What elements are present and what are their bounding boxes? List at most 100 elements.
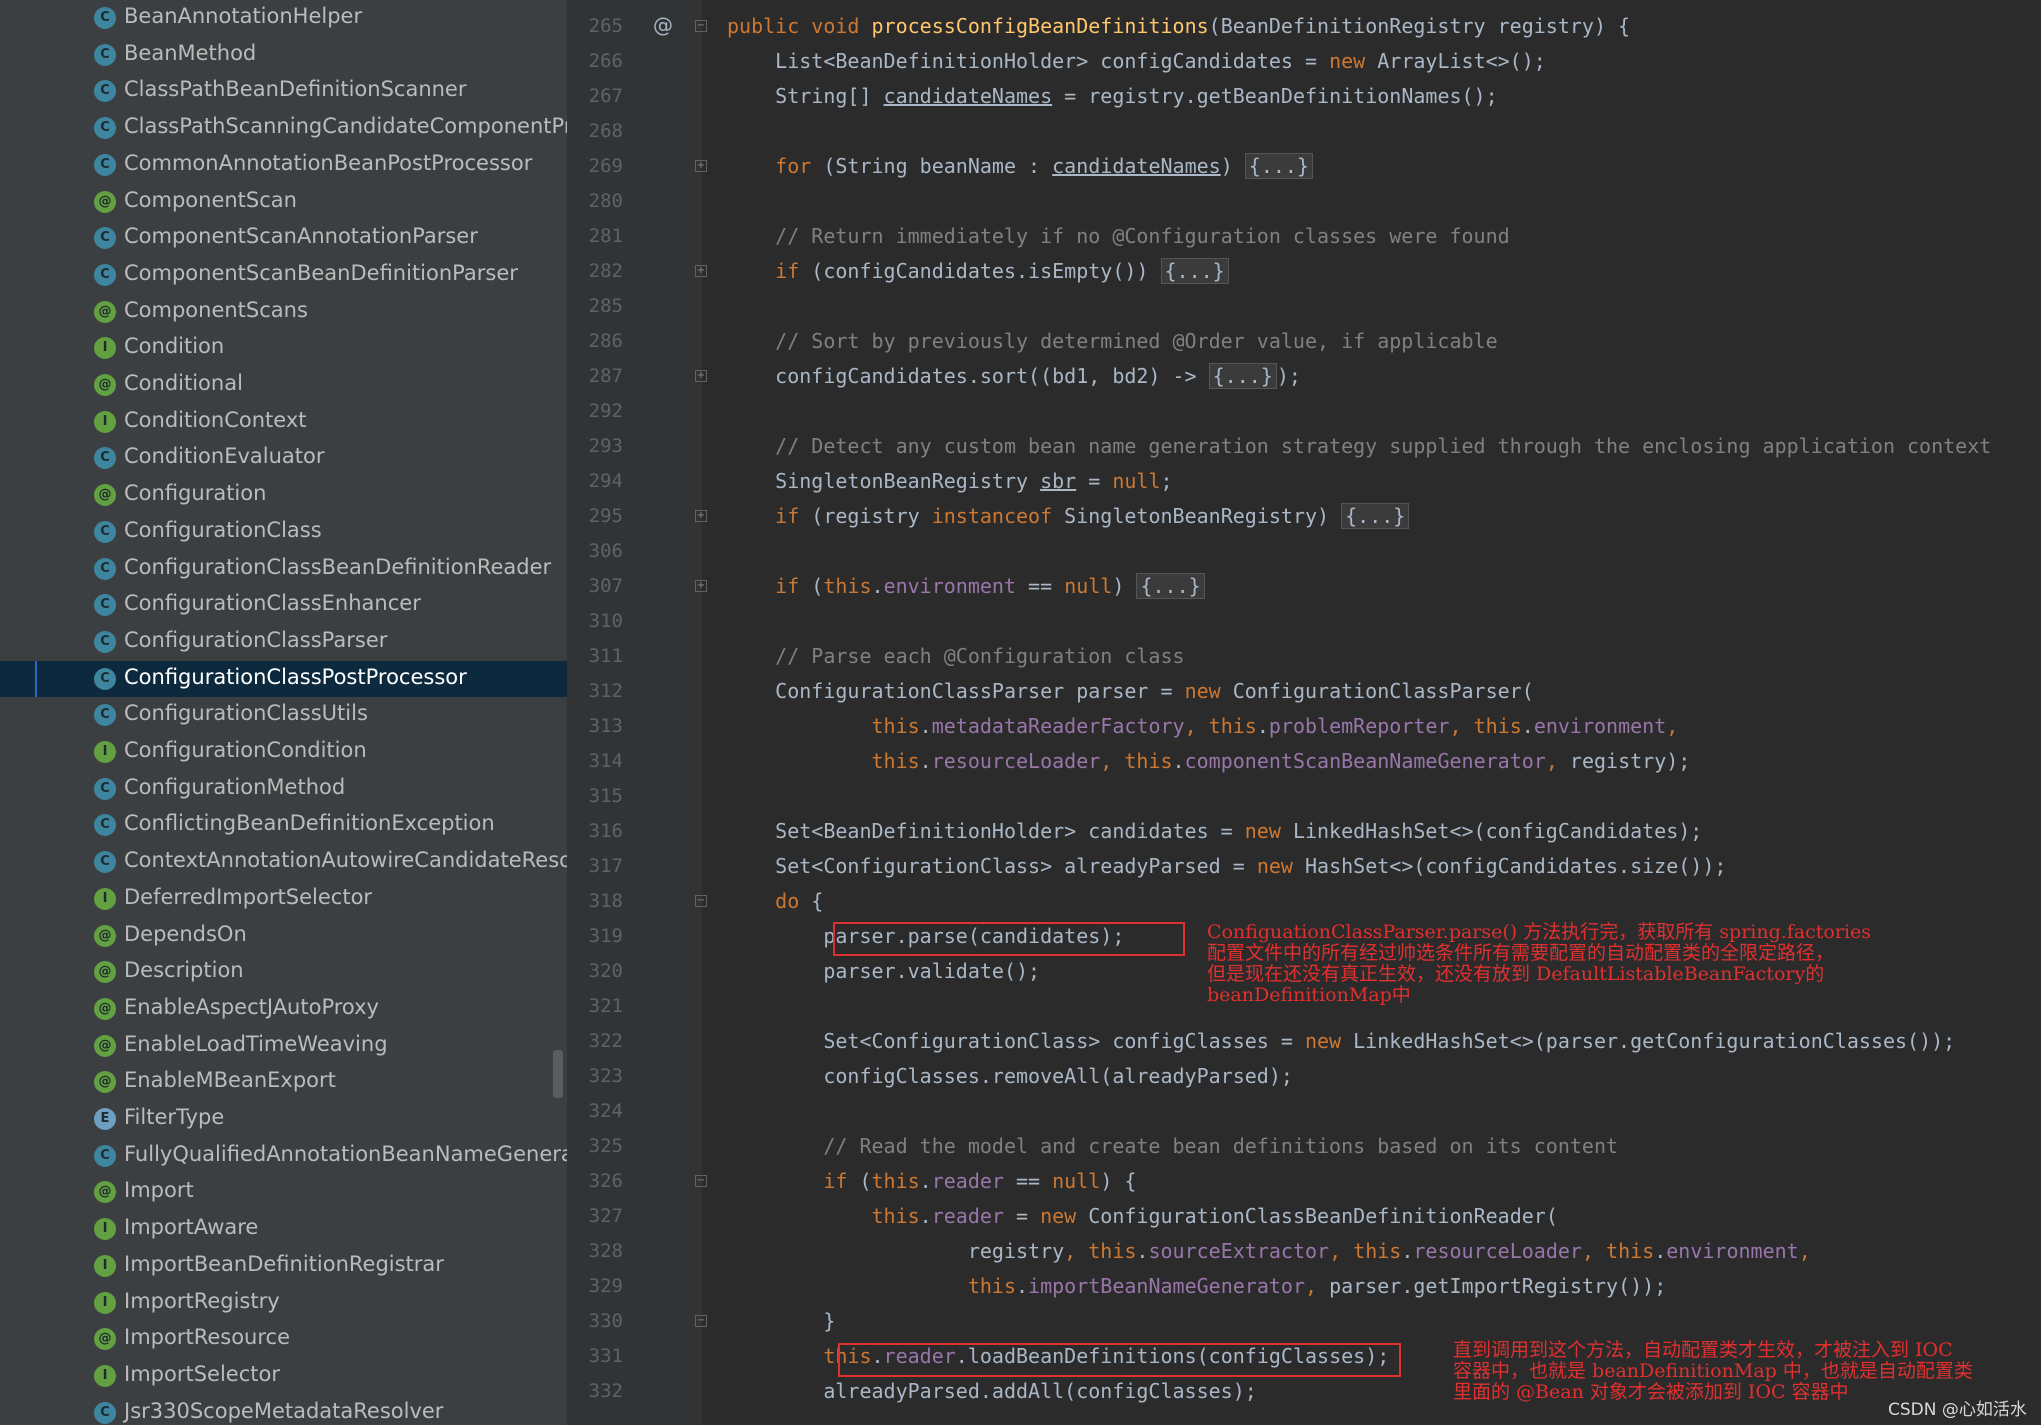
tree-item[interactable]: @ ComponentScan xyxy=(0,184,567,220)
fold-expand-icon[interactable]: + xyxy=(695,370,707,382)
tree-item[interactable]: C ConfigurationClassParser xyxy=(0,624,567,660)
code-line: 306 xyxy=(567,535,2041,570)
code-editor[interactable]: 265 @ − public void processConfigBeanDefini… xyxy=(567,0,2041,1425)
tree-item[interactable]: C ClassPathScanningCandidateComponentProv… xyxy=(0,110,567,146)
tree-item[interactable]: C ConfigurationClassBeanDefinitionReader xyxy=(0,551,567,587)
tree-item[interactable]: I ImportSelector xyxy=(0,1358,567,1394)
line-number: 320 xyxy=(588,960,623,982)
tree-item[interactable]: C ConfigurationClassUtils xyxy=(0,697,567,733)
class-icon: C xyxy=(94,1144,116,1167)
tree-item[interactable]: @ Description xyxy=(0,954,567,990)
tree-item[interactable]: C BeanAnnotationHelper xyxy=(0,0,567,36)
tree-item[interactable]: C ConflictingBeanDefinitionException xyxy=(0,807,567,843)
tree-item[interactable]: I ImportRegistry xyxy=(0,1285,567,1321)
code-text: if (this.reader == null) { xyxy=(727,1169,1136,1193)
code-line: 295 + if (registry instanceof SingletonBe… xyxy=(567,500,2041,535)
tree-item[interactable]: @ EnableAspectJAutoProxy xyxy=(0,991,567,1027)
folded-region[interactable]: {...} xyxy=(1341,503,1410,529)
tree-item[interactable]: E FilterType xyxy=(0,1101,567,1137)
fold-collapse-icon[interactable]: − xyxy=(695,1315,707,1327)
code-token: environment xyxy=(1666,1239,1799,1263)
code-token: null xyxy=(1112,469,1161,493)
code-token: (registry xyxy=(811,504,932,528)
folded-region[interactable]: {...} xyxy=(1160,258,1229,284)
tree-item[interactable]: @ EnableLoadTimeWeaving xyxy=(0,1028,567,1064)
tree-item-label: FilterType xyxy=(124,1105,225,1129)
code-token: new xyxy=(1184,679,1233,703)
tree-item-label: Jsr330ScopeMetadataResolver xyxy=(124,1398,444,1423)
line-number: 306 xyxy=(588,540,623,562)
code-line: 329 this.importBeanNameGenerator, parser… xyxy=(567,1270,2041,1305)
tree-item[interactable]: @ EnableMBeanExport xyxy=(0,1064,567,1100)
code-token: == xyxy=(1016,574,1065,598)
sidebar-scrollbar-thumb[interactable] xyxy=(553,1050,563,1098)
line-number: 312 xyxy=(588,680,623,702)
tree-item[interactable]: C ComponentScanBeanDefinitionParser xyxy=(0,257,567,293)
tree-item[interactable]: C ClassPathBeanDefinitionScanner xyxy=(0,73,567,109)
fold-collapse-icon[interactable]: − xyxy=(695,895,707,907)
override-marker-icon[interactable]: @ xyxy=(653,13,673,37)
code-token: parser.getImportRegistry()); xyxy=(1329,1274,1667,1298)
tree-item[interactable]: @ Conditional xyxy=(0,367,567,403)
tree-item[interactable]: I DeferredImportSelector xyxy=(0,881,567,917)
folded-region[interactable]: {...} xyxy=(1244,153,1314,179)
code-line: 317 Set<ConfigurationClass> alreadyParse… xyxy=(567,850,2041,885)
interface-icon: I xyxy=(94,337,116,360)
tree-item[interactable]: @ ImportResource xyxy=(0,1321,567,1357)
tree-item[interactable]: C FullyQualifiedAnnotationBeanNameGenerat… xyxy=(0,1138,567,1174)
line-number: 326 xyxy=(588,1170,623,1192)
fold-expand-icon[interactable]: + xyxy=(695,265,707,277)
fold-expand-icon[interactable]: + xyxy=(695,160,707,172)
code-token: ) { xyxy=(1100,1169,1137,1193)
code-line: 310 xyxy=(567,605,2041,640)
tree-item[interactable]: @ ComponentScans xyxy=(0,294,567,330)
folded-region[interactable]: {...} xyxy=(1136,573,1205,599)
code-token: == xyxy=(1003,1169,1053,1193)
folded-region[interactable]: {...} xyxy=(1208,363,1277,389)
code-token: , this xyxy=(1064,1239,1137,1263)
tree-item[interactable]: I Condition xyxy=(0,330,567,366)
code-token: new xyxy=(1329,49,1378,73)
tree-item[interactable]: C CommonAnnotationBeanPostProcessor xyxy=(0,147,567,183)
code-line: 330 − } xyxy=(567,1305,2041,1340)
code-token: ); xyxy=(1276,364,1301,388)
code-token: String[] xyxy=(727,84,884,108)
code-token: this xyxy=(967,1274,1016,1298)
tree-item[interactable]: @ Configuration xyxy=(0,477,567,513)
class-icon: C xyxy=(94,814,116,837)
tree-item[interactable]: @ DependsOn xyxy=(0,918,567,954)
tree-item[interactable]: C ConditionEvaluator xyxy=(0,440,567,476)
code-text: // Return immediately if no @Configurati… xyxy=(727,224,1510,248)
tree-item[interactable]: C ConfigurationClassPostProcessor xyxy=(0,660,567,697)
tree-item[interactable]: C ContextAnnotationAutowireCandidateResol… xyxy=(0,844,567,880)
code-token: , this xyxy=(1581,1239,1655,1263)
tree-item[interactable]: C ConfigurationMethod xyxy=(0,771,567,807)
tree-item[interactable]: I ConfigurationCondition xyxy=(0,734,567,770)
tree-item[interactable]: C BeanMethod xyxy=(0,37,567,73)
tree-item[interactable]: I ImportAware xyxy=(0,1211,567,1247)
code-token: (configCandidates.isEmpty()) xyxy=(811,259,1161,283)
fold-collapse-icon[interactable]: − xyxy=(695,20,707,32)
tree-item[interactable]: C Jsr330ScopeMetadataResolver xyxy=(0,1395,567,1425)
tree-item[interactable]: @ Import xyxy=(0,1174,567,1210)
tree-item[interactable]: C ConfigurationClassEnhancer xyxy=(0,587,567,623)
fold-expand-icon[interactable]: + xyxy=(695,580,707,592)
code-text: // Sort by previously determined @Order … xyxy=(727,329,1497,353)
code-token: instanceof xyxy=(931,504,1065,528)
line-number: 295 xyxy=(588,505,623,527)
tree-item[interactable]: C ConfigurationClass xyxy=(0,514,567,550)
code-line: 327 this.reader = new ConfigurationClass… xyxy=(567,1200,2041,1235)
fold-collapse-icon[interactable]: − xyxy=(695,1175,707,1187)
tree-item[interactable]: C ComponentScanAnnotationParser xyxy=(0,220,567,256)
code-token: // Detect any custom bean name generatio… xyxy=(727,434,1992,458)
code-text: SingletonBeanRegistry sbr = null; xyxy=(727,469,1172,493)
code-token: if xyxy=(775,259,812,283)
fold-expand-icon[interactable]: + xyxy=(695,510,707,522)
code-token: reader xyxy=(931,1169,1004,1193)
code-token: this xyxy=(871,1204,920,1228)
tree-item[interactable]: I ImportBeanDefinitionRegistrar xyxy=(0,1248,567,1284)
tree-item[interactable]: I ConditionContext xyxy=(0,404,567,440)
code-token: registry xyxy=(727,1239,1065,1263)
tree-item-label: ConfigurationClass xyxy=(124,517,322,542)
code-text: for (String beanName : candidateNames) {… xyxy=(727,153,1314,179)
